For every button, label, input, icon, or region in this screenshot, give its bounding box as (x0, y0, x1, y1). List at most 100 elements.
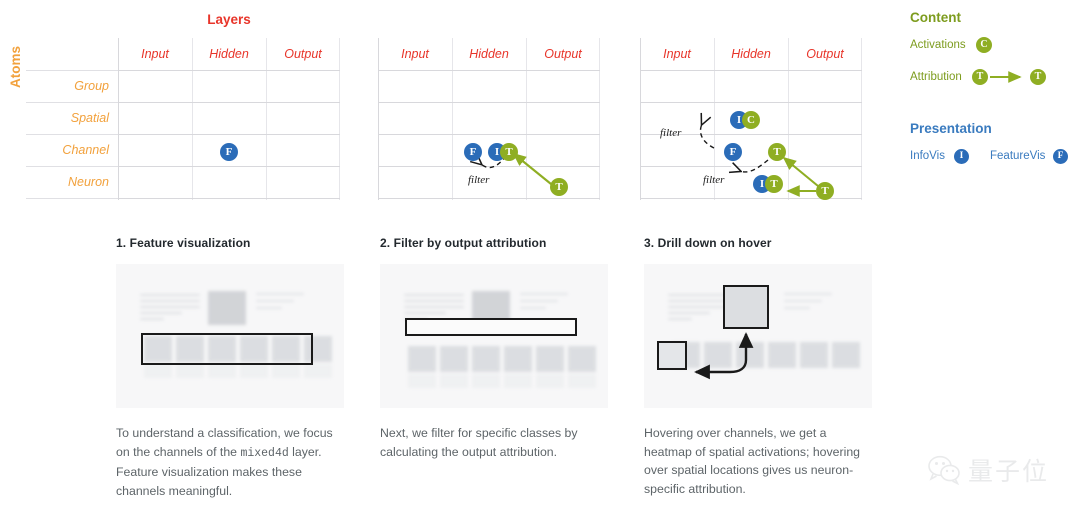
legend-attribution-label: Attribution (910, 71, 962, 83)
grid-hline (118, 166, 340, 167)
panel-caption: Next, we filter for specific classes by … (380, 424, 608, 461)
filter-label: filter (703, 174, 725, 186)
mockup-channel-cell (568, 374, 596, 388)
row-header-group: Group (74, 79, 109, 93)
watermark-text: 量子位 (968, 457, 1050, 486)
badge-attribution: T (765, 175, 783, 193)
mockup-channel-cell (832, 342, 860, 368)
legend-presentation-heading: Presentation (910, 121, 992, 136)
legend-presentation-row: InfoVis I FeatureVis F (910, 146, 1075, 168)
panel-title: 2. Filter by output attribution (380, 236, 547, 250)
badge-featurevis: F (1053, 149, 1068, 164)
grid-hline (640, 70, 862, 71)
watermark: 量子位 (928, 452, 1049, 488)
badge-featurevis: F (220, 143, 238, 161)
mockup-channel-cell (568, 346, 596, 372)
mockup-channel-cell (144, 364, 172, 378)
mockup-channel-cell (768, 342, 796, 368)
filter-label: filter (660, 127, 682, 139)
column-header-hidden: Hidden (731, 47, 771, 61)
wechat-icon (928, 455, 960, 485)
panel-title: 3. Drill down on hover (644, 236, 772, 250)
mockup-channel-cell (408, 374, 436, 388)
matrix-diagram-2: Input Hidden Output F I T T filter (378, 38, 600, 200)
badge-attribution: T (1030, 69, 1046, 85)
mockup-channel-cell (800, 342, 828, 368)
mockup-channel-cell (176, 364, 204, 378)
panel-feature-visualization: 1. Feature visualization To understand a… (116, 236, 344, 512)
row-header-neuron: Neuron (68, 175, 109, 189)
column-header-output: Output (806, 47, 844, 61)
grid-hline (118, 102, 340, 103)
grid-hline (378, 102, 600, 103)
column-header-input: Input (663, 47, 691, 61)
mockup-channel-cell (304, 364, 332, 378)
row-header-spatial: Spatial (70, 111, 109, 125)
panel-caption: Hovering over channels, we get a heatmap… (644, 424, 872, 498)
column-header-hidden: Hidden (209, 47, 249, 61)
filter-label: filter (468, 174, 490, 186)
badge-activations: C (742, 111, 760, 129)
column-header-output: Output (544, 47, 582, 61)
matrix-diagram-1: Input Hidden Output F Group Spatial Chan… (26, 38, 340, 200)
mockup-channel-strip (672, 342, 860, 368)
row-header-channel: Channel (62, 143, 109, 157)
badge-attribution: T (768, 143, 786, 161)
panel-caption: To understand a classification, we focus… (116, 424, 344, 500)
matrix-diagram-3: Input Hidden Output I C F T I T T filter… (640, 38, 862, 200)
mockup-channel-cell (472, 374, 500, 388)
badge-attribution: T (500, 143, 518, 161)
mockup-channel-cell (408, 346, 436, 372)
legend-featurevis-label: FeatureVis (990, 150, 1046, 162)
grid-hline (378, 70, 600, 71)
figure-canvas: Layers Atoms Input Hidden Output F Group… (0, 0, 1080, 521)
mockup-text-lines (668, 294, 728, 324)
mockup-channel-cell (504, 374, 532, 388)
highlight-box-channel-strip (141, 333, 313, 365)
grid-hline (640, 102, 862, 103)
highlight-box-filter-bar (405, 318, 577, 336)
column-header-hidden: Hidden (469, 47, 509, 61)
legend-infovis-label: InfoVis (910, 150, 945, 162)
grid-hline (118, 134, 340, 135)
atoms-axis-title: Atoms (8, 45, 23, 88)
caption-part-1: Next, we filter for specific classes by … (380, 426, 578, 459)
grid-hline (378, 134, 600, 135)
matrix-grid-1: Input Hidden Output F (118, 38, 340, 200)
mockup-channel-strip-secondary (144, 364, 332, 378)
mockup-channel-cell (272, 364, 300, 378)
mockup-blurred-ui (380, 264, 608, 408)
legend-content-heading: Content (910, 10, 961, 25)
mockup-channel-cell (440, 374, 468, 388)
column-header-input: Input (141, 47, 169, 61)
badge-attribution: T (972, 69, 988, 85)
mockup-channel-cell (440, 346, 468, 372)
panel-filter-by-attribution: 2. Filter by output attribution Next, we… (380, 236, 608, 473)
mockup-channel-cell (736, 342, 764, 368)
grid-hline (640, 166, 862, 167)
grid-hline (378, 198, 600, 199)
matrix-grid-3: Input Hidden Output I C F T I T T filter… (640, 38, 862, 200)
mockup-side-lines (256, 293, 304, 314)
grid-hline (118, 70, 340, 71)
grid-hline (118, 198, 340, 199)
panel-drill-down-on-hover: 3. Drill down on hover Hovering over cha… (644, 236, 872, 510)
mockup-channel-cell (240, 364, 268, 378)
mockup-channel-cell (536, 374, 564, 388)
layers-axis-title: Layers (207, 12, 251, 27)
mockup-text-lines (140, 294, 200, 324)
matrix-grid-2: Input Hidden Output F I T T filter (378, 38, 600, 200)
legend-item-attribution: Attribution T T (910, 67, 1075, 89)
badge-attribution: T (550, 178, 568, 196)
panel-mockup-image (116, 264, 344, 408)
grid-hline (378, 166, 600, 167)
panel-mockup-image (380, 264, 608, 408)
mockup-thumbnail (208, 291, 246, 325)
mockup-channel-strip-secondary (408, 374, 596, 388)
caption-part-1: Hovering over channels, we get a heatmap… (644, 426, 861, 496)
legend-activations-label: Activations (910, 39, 966, 51)
badge-attribution: T (816, 182, 834, 200)
mockup-channel-cell (208, 364, 236, 378)
legend: Content Activations C Attribution T T Pr… (910, 10, 1075, 168)
mockup-channel-cell (504, 346, 532, 372)
